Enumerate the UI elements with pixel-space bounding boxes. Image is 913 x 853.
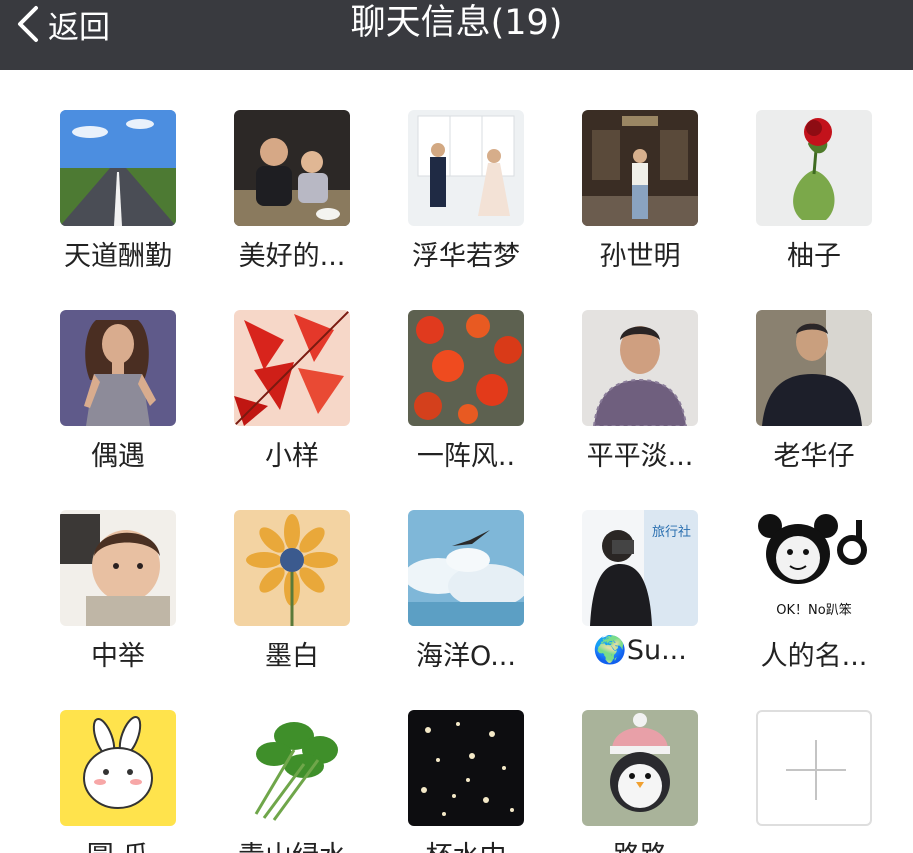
member-item[interactable]: 中举 — [48, 510, 188, 690]
avatar — [234, 310, 350, 426]
avatar — [408, 310, 524, 426]
avatar — [60, 710, 176, 826]
member-item[interactable]: 海洋O... — [396, 510, 536, 690]
member-name: 青山绿水 — [222, 834, 362, 853]
avatar — [60, 110, 176, 226]
globe-icon: 🌍 — [593, 635, 627, 666]
member-item[interactable]: 一阵风.. — [396, 310, 536, 490]
member-item[interactable]: 柚子 — [744, 110, 884, 290]
avatar — [582, 310, 698, 426]
avatar — [234, 710, 350, 826]
member-name: 海洋O... — [416, 641, 516, 672]
member-name: 小样 — [265, 441, 319, 472]
member-item[interactable]: 孙世明 — [570, 110, 710, 290]
avatar — [234, 510, 350, 626]
avatar — [582, 110, 698, 226]
member-item[interactable]: 旅行社 🌍Su... — [570, 510, 710, 690]
member-name: 天道酬勤 — [64, 241, 172, 272]
member-item[interactable]: 老华仔 — [744, 310, 884, 490]
avatar — [582, 710, 698, 826]
member-item[interactable]: 青山绿水 — [222, 710, 362, 853]
member-item[interactable]: 圆 瓜 — [48, 710, 188, 853]
navigation-bar: 返回 聊天信息(19) — [0, 0, 913, 70]
member-name: 美好的... — [238, 241, 346, 272]
member-name: 🌍Su... — [593, 635, 687, 666]
member-item[interactable]: 偶遇 — [48, 310, 188, 490]
chevron-left-icon — [18, 6, 38, 42]
back-button[interactable]: 返回 — [14, 0, 110, 48]
member-name: 杯水中 — [396, 834, 536, 853]
member-item[interactable]: 杯水中 — [396, 710, 536, 853]
avatar-caption: OK！No趴笨 — [776, 602, 851, 618]
member-item[interactable]: 墨白 — [222, 510, 362, 690]
member-name: 平平淡... — [586, 441, 694, 472]
member-name: 墨白 — [265, 641, 319, 672]
avatar: OK！No趴笨 — [756, 510, 872, 626]
avatar — [408, 710, 524, 826]
avatar — [756, 310, 872, 426]
member-name: 一阵风.. — [416, 441, 516, 472]
avatar — [756, 110, 872, 226]
member-item[interactable]: 天道酬勤 — [48, 110, 188, 290]
member-item[interactable]: 路路 — [570, 710, 710, 853]
member-grid: 天道酬勤 美好的... 浮华若梦 孙世明 柚子 偶遇 小样 一阵风.. 平平淡.… — [0, 70, 913, 853]
member-item[interactable]: 小样 — [222, 310, 362, 490]
member-name: 中举 — [91, 641, 145, 672]
avatar — [408, 110, 524, 226]
member-name: 偶遇 — [91, 441, 145, 472]
back-label: 返回 — [48, 9, 110, 46]
page-title: 聊天信息(19) — [350, 3, 563, 43]
avatar — [408, 510, 524, 626]
member-name: 圆 瓜 — [48, 834, 188, 853]
member-item[interactable]: 平平淡... — [570, 310, 710, 490]
member-name: 人的名... — [760, 641, 868, 672]
avatar: 旅行社 — [582, 510, 698, 626]
member-name: 老华仔 — [773, 441, 855, 472]
member-item[interactable]: 浮华若梦 — [396, 110, 536, 290]
member-item[interactable]: 美好的... — [222, 110, 362, 290]
avatar — [60, 310, 176, 426]
member-item[interactable]: OK！No趴笨 人的名... — [744, 510, 884, 690]
banner-text: 旅行社 — [652, 524, 691, 540]
avatar — [60, 510, 176, 626]
avatar — [234, 110, 350, 226]
member-name: 孙世明 — [599, 241, 681, 272]
add-member-button[interactable] — [756, 710, 872, 826]
member-name: 路路 — [570, 834, 710, 853]
member-name: 柚子 — [787, 241, 841, 272]
member-name: 浮华若梦 — [412, 241, 520, 272]
